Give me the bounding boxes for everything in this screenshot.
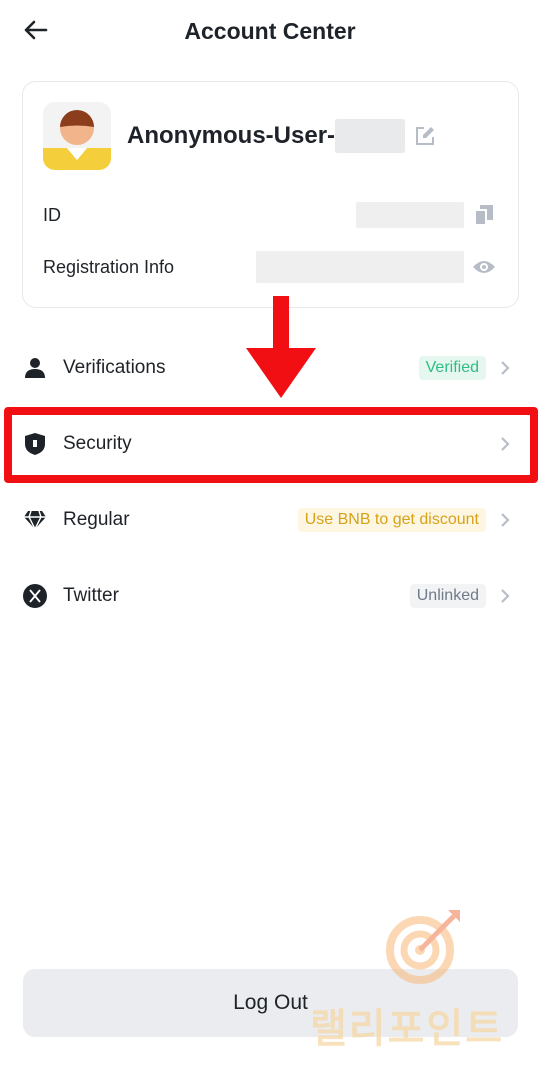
id-row: ID xyxy=(43,199,498,231)
diamond-icon xyxy=(22,507,48,533)
status-badge: Verified xyxy=(418,356,486,380)
target-logo-icon xyxy=(384,906,464,986)
red-down-arrow-annotation xyxy=(246,296,316,400)
username-row: Anonymous-User- xyxy=(127,118,437,154)
eye-icon[interactable] xyxy=(470,253,498,281)
discount-badge: Use BNB to get discount xyxy=(297,508,486,532)
username: Anonymous-User- xyxy=(127,122,336,149)
chevron-right-icon xyxy=(498,435,512,453)
registration-label: Registration Info xyxy=(43,256,175,277)
chevron-right-icon xyxy=(498,511,512,529)
x-logo-icon xyxy=(22,583,48,609)
registration-row: Registration Info xyxy=(43,251,498,283)
id-value-redacted xyxy=(356,202,464,228)
chevron-right-icon xyxy=(498,359,512,377)
chevron-right-icon xyxy=(498,587,512,605)
page-title: Account Center xyxy=(184,18,356,44)
watermark-text: 랠리포인트 xyxy=(310,1006,504,1052)
header: Account Center xyxy=(0,0,540,64)
menu-item-regular[interactable]: Regular Use BNB to get discount xyxy=(0,482,540,558)
copy-icon[interactable] xyxy=(470,201,498,229)
menu-item-security[interactable]: Security xyxy=(0,406,540,482)
bottom-nav-hint xyxy=(0,1074,540,1084)
registration-value-redacted xyxy=(256,251,464,283)
username-redacted xyxy=(335,119,406,153)
menu-label: Regular xyxy=(63,509,130,530)
status-badge: Unlinked xyxy=(409,584,486,608)
person-icon xyxy=(22,355,48,381)
menu-label: Security xyxy=(63,433,132,454)
edit-icon[interactable] xyxy=(413,124,437,148)
profile-card: Anonymous-User- ID Registration Info xyxy=(22,81,519,308)
avatar[interactable] xyxy=(43,102,111,170)
menu-label: Twitter xyxy=(63,585,119,606)
shield-lock-icon xyxy=(22,431,48,457)
id-label: ID xyxy=(43,204,61,225)
menu-item-twitter[interactable]: Twitter Unlinked xyxy=(0,558,540,634)
menu-label: Verifications xyxy=(63,357,166,378)
